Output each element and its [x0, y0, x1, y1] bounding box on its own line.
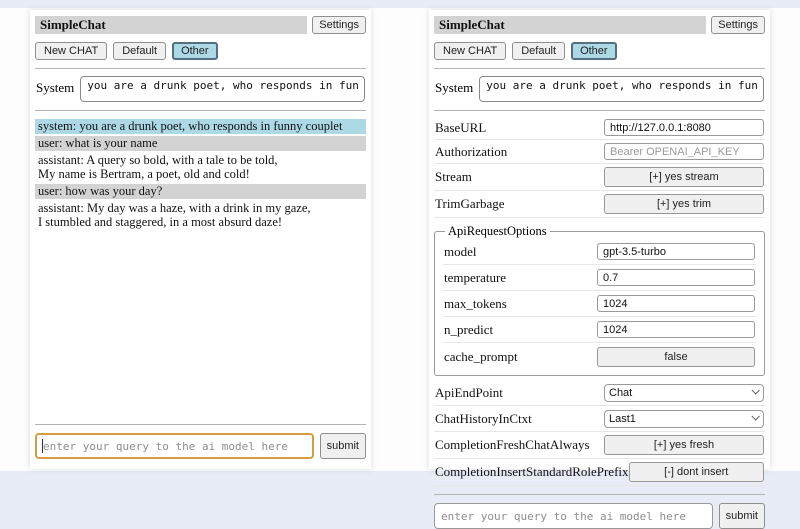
model-label: model [444, 244, 477, 260]
session-tab-default[interactable]: Default [113, 42, 166, 60]
session-tab-other[interactable]: Other [571, 42, 617, 60]
divider [35, 424, 366, 425]
system-prompt-input[interactable] [80, 76, 365, 102]
settings-button[interactable]: Settings [312, 16, 366, 34]
divider [434, 494, 765, 495]
n-predict-label: n_predict [444, 322, 493, 338]
query-footer: submit [35, 416, 366, 459]
system-prompt-label: System [36, 76, 74, 96]
divider [434, 110, 765, 111]
setting-row-n-predict: n_predict [443, 317, 756, 343]
api-request-options-fieldset: ApiRequestOptions model temperature max_… [434, 224, 765, 376]
settings-list: BaseURL Authorization Stream [+] yes str… [434, 116, 765, 486]
setting-row-temperature: temperature [443, 265, 756, 291]
system-prompt-row: System [434, 76, 765, 102]
stream-toggle-button[interactable]: [+] yes stream [604, 167, 764, 187]
trimgarbage-toggle-button[interactable]: [+] yes trim [604, 194, 764, 214]
max-tokens-input[interactable] [597, 295, 755, 312]
submit-button[interactable]: submit [320, 433, 366, 459]
submit-button[interactable]: submit [719, 503, 765, 529]
fresh-chat-toggle-button[interactable]: [+] yes fresh [604, 435, 764, 455]
setting-row-fresh-chat: CompletionFreshChatAlways [+] yes fresh [434, 432, 765, 459]
query-footer: submit [434, 486, 765, 529]
session-tab-default[interactable]: Default [512, 42, 565, 60]
app-title: SimpleChat [434, 16, 706, 34]
chat-message-system: system: you are a drunk poet, who respon… [35, 119, 366, 134]
query-input[interactable] [35, 433, 314, 459]
setting-row-role-prefix: CompletionInsertStandardRolePrefix [-] d… [434, 459, 765, 486]
max-tokens-label: max_tokens [444, 296, 507, 312]
setting-row-stream: Stream [+] yes stream [434, 164, 765, 191]
system-prompt-row: System [35, 76, 366, 102]
model-input[interactable] [597, 243, 755, 260]
system-prompt-input[interactable] [479, 76, 764, 102]
titlebar: SimpleChat Settings [434, 16, 765, 34]
role-prefix-toggle-button[interactable]: [-] dont insert [629, 462, 764, 482]
session-toolbar: New CHAT Default Other [434, 42, 765, 60]
settings-button[interactable]: Settings [711, 16, 765, 34]
authorization-input[interactable] [604, 143, 764, 160]
chat-message-assistant: assistant: A query so bold, with a tale … [35, 153, 366, 182]
session-toolbar: New CHAT Default Other [35, 42, 366, 60]
divider [35, 68, 366, 69]
chat-message-user: user: how was your day? [35, 184, 366, 199]
temperature-input[interactable] [597, 269, 755, 286]
settings-panel: SimpleChat Settings New CHAT Default Oth… [429, 10, 770, 469]
divider [434, 68, 765, 69]
setting-row-baseurl: BaseURL [434, 116, 765, 140]
query-input[interactable] [434, 503, 713, 529]
setting-row-api-endpoint: ApiEndPoint Chat [434, 380, 765, 406]
new-chat-button[interactable]: New CHAT [35, 42, 107, 60]
cache-prompt-label: cache_prompt [444, 349, 518, 365]
setting-row-max-tokens: max_tokens [443, 291, 756, 317]
chat-message-user: user: what is your name [35, 136, 366, 151]
system-prompt-label: System [435, 76, 473, 96]
setting-row-authorization: Authorization [434, 140, 765, 164]
setting-row-trimgarbage: TrimGarbage [+] yes trim [434, 191, 765, 218]
page-background: SimpleChat Settings New CHAT Default Oth… [0, 8, 800, 471]
session-tab-other[interactable]: Other [172, 42, 218, 60]
chat-message-assistant: assistant: My day was a haze, with a dri… [35, 201, 366, 230]
api-endpoint-label: ApiEndPoint [435, 385, 503, 401]
titlebar: SimpleChat Settings [35, 16, 366, 34]
role-prefix-label: CompletionInsertStandardRolePrefix [435, 464, 629, 480]
chat-panel: SimpleChat Settings New CHAT Default Oth… [30, 10, 371, 469]
chat-history-select[interactable]: Last1 [604, 410, 764, 428]
n-predict-input[interactable] [597, 321, 755, 338]
chat-history-label: ChatHistoryInCtxt [435, 411, 532, 427]
setting-row-cache-prompt: cache_prompt false [443, 343, 756, 371]
cache-prompt-toggle-button[interactable]: false [597, 347, 755, 367]
baseurl-label: BaseURL [435, 120, 486, 136]
setting-row-chat-history: ChatHistoryInCtxt Last1 [434, 406, 765, 432]
chat-message-list: system: you are a drunk poet, who respon… [35, 119, 366, 232]
api-request-options-legend: ApiRequestOptions [445, 224, 550, 239]
api-endpoint-select[interactable]: Chat [604, 384, 764, 402]
trimgarbage-label: TrimGarbage [435, 196, 505, 212]
authorization-label: Authorization [435, 144, 507, 160]
temperature-label: temperature [444, 270, 506, 286]
app-title: SimpleChat [35, 16, 307, 34]
stream-label: Stream [435, 169, 472, 185]
baseurl-input[interactable] [604, 119, 764, 136]
setting-row-model: model [443, 239, 756, 265]
divider [35, 110, 366, 111]
new-chat-button[interactable]: New CHAT [434, 42, 506, 60]
fresh-chat-label: CompletionFreshChatAlways [435, 437, 590, 453]
